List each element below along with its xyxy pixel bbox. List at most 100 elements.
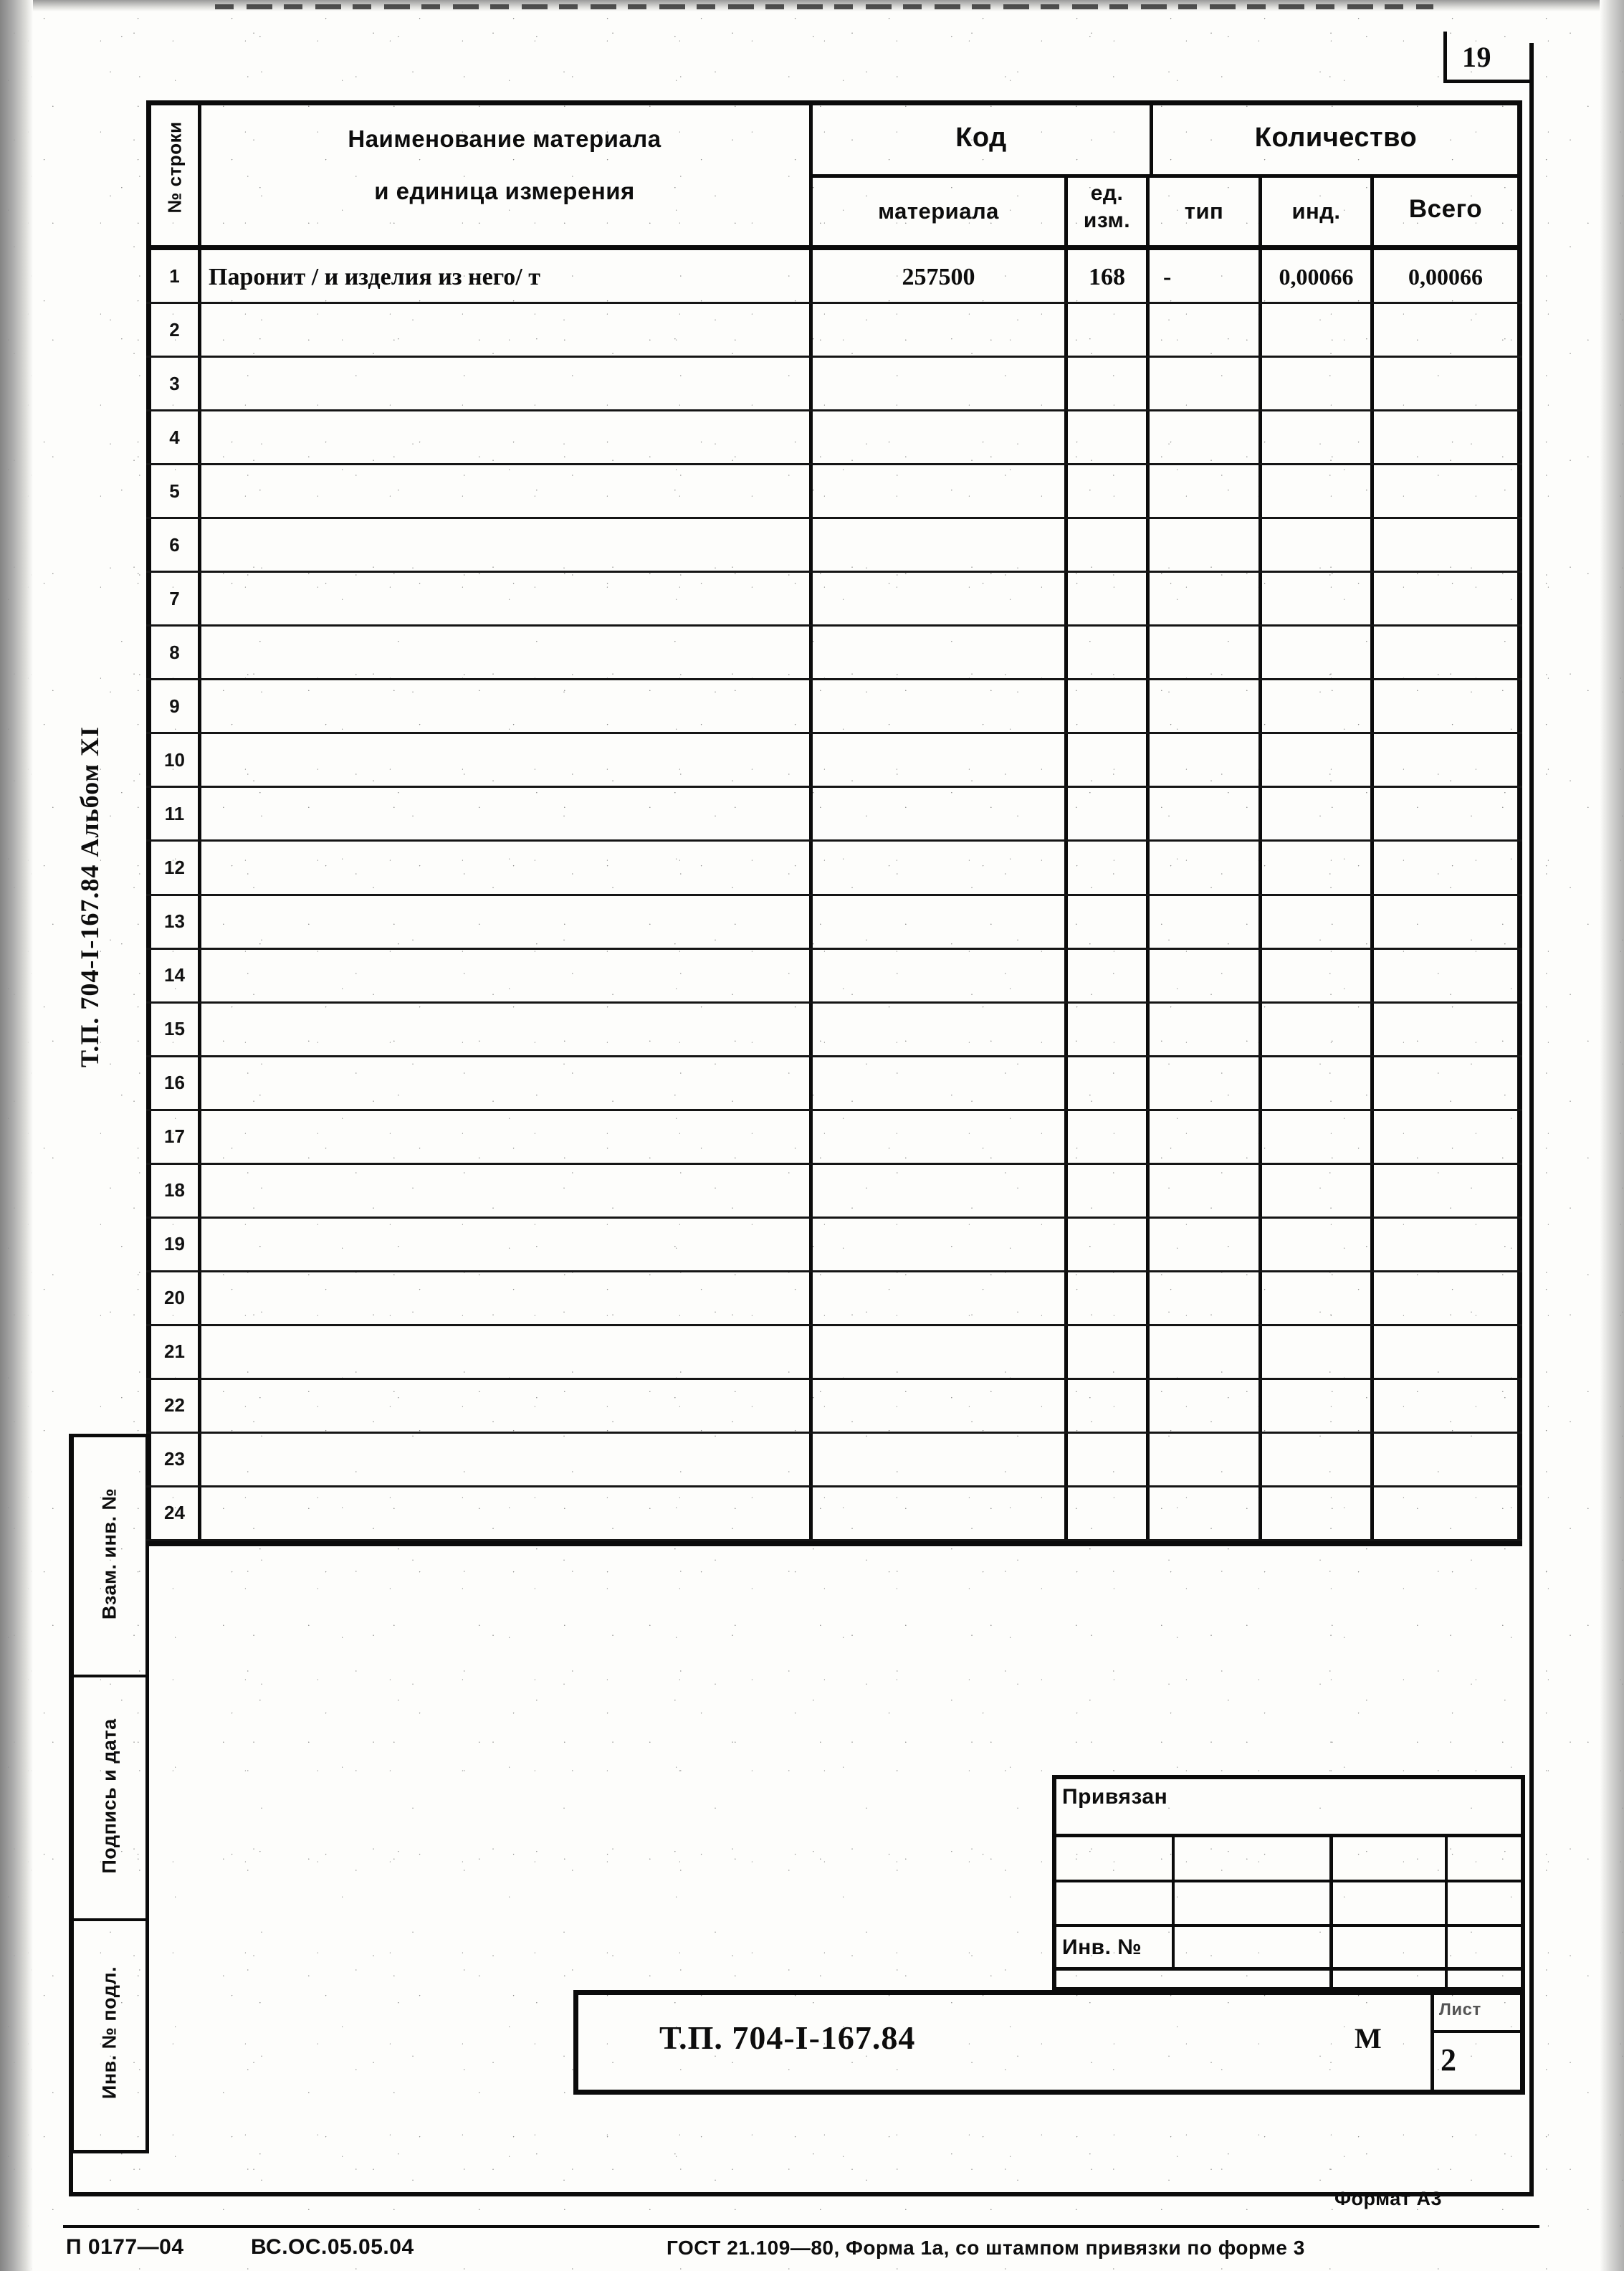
row-number: 18: [164, 1179, 185, 1201]
col-rule-rownum: [198, 100, 201, 1546]
scan-top-tear: [215, 4, 1433, 9]
header-code-group: Код: [955, 122, 1007, 153]
row-number: 2: [169, 318, 180, 341]
header-qty-ind: инд.: [1291, 199, 1341, 224]
binding-stamp-block: Привязан Инв. №: [1052, 1775, 1525, 1991]
row-separator: [146, 624, 1522, 627]
row-separator: [146, 1001, 1522, 1004]
row-number: 5: [169, 480, 180, 502]
row-separator: [146, 732, 1522, 735]
row-number: 15: [164, 1018, 185, 1040]
footer-left-code: П 0177—04: [66, 2235, 184, 2259]
row-separator: [146, 517, 1522, 520]
table-right-rule: [1517, 100, 1522, 1546]
header-code-unit-line2: изм.: [1083, 209, 1131, 232]
row-separator: [146, 356, 1522, 358]
row-separator: [146, 1539, 1522, 1541]
header-row-number-text: № строки: [163, 121, 186, 214]
row-number: 4: [169, 426, 180, 448]
row-number: 6: [169, 533, 180, 556]
material-table: Наименование материала и единица измерен…: [146, 100, 1522, 1546]
side-label-vzam-inv: Взам. инв. №: [2, 1488, 217, 1619]
row-separator: [146, 409, 1522, 412]
row-number: 13: [164, 910, 185, 933]
title-block-stage: М: [1355, 2022, 1382, 2055]
row-number: 1: [169, 265, 180, 287]
unit-cell: 168: [1089, 263, 1125, 290]
row-separator: [146, 947, 1522, 950]
row-number: 16: [164, 1072, 185, 1094]
header-group-split-rule: [809, 174, 1522, 178]
header-name-line1: Наименование материала: [348, 125, 661, 152]
scanned-page: 19 Т.П. 704-I-167.84 Альбом XI Взам. инв…: [0, 0, 1624, 2271]
frame-right-border: [1529, 43, 1534, 2196]
header-row-number: № строки: [103, 121, 247, 213]
header-qty-type: тип: [1184, 199, 1224, 224]
header-qty-group: Количество: [1254, 122, 1418, 153]
row-separator: [146, 1270, 1522, 1272]
row-separator: [146, 1162, 1522, 1165]
header-code-unit-line1: ед.: [1090, 181, 1124, 205]
material-code-cell: 257500: [902, 263, 975, 290]
footer-bar: Формат А3 П 0177—04 ВС.ОС.05.05.04 ГОСТ …: [0, 2179, 1624, 2271]
row-number: 10: [164, 748, 185, 771]
row-separator: [146, 1108, 1522, 1111]
col-rule-qty-ind: [1370, 174, 1374, 1546]
row-number: 3: [169, 372, 180, 394]
footer-format: Формат А3: [1334, 2188, 1443, 2209]
header-qty-total: Всего: [1408, 195, 1483, 223]
row-number: 21: [164, 1341, 185, 1363]
row-number: 8: [169, 641, 180, 663]
side-label-podpis-data: Подпись и дата: [2, 1718, 217, 1873]
table-bottom-rule: [146, 1541, 1522, 1546]
type-cell: -: [1163, 263, 1172, 290]
title-block-sheet-label: Лист: [1439, 2000, 1481, 2019]
name-cell: Паронит / и изделия из него/ т: [209, 263, 540, 290]
header-name-line2: и единица измерения: [374, 178, 635, 204]
row-number: 23: [164, 1448, 185, 1470]
side-label-podpis-data-text: Подпись и дата: [98, 1718, 120, 1874]
row-separator: [146, 839, 1522, 842]
row-number: 12: [164, 856, 185, 878]
row-separator: [146, 678, 1522, 681]
row-separator: [146, 786, 1522, 789]
col-rule-qty-type: [1258, 174, 1262, 1546]
row-number: 17: [164, 1125, 185, 1148]
col-rule-material: [1064, 174, 1068, 1546]
header-code-material: материала: [878, 199, 999, 224]
scan-left-gutter: [0, 0, 33, 2271]
col-rule-name: [809, 100, 813, 1546]
footer-standard: ГОСТ 21.109—80, Форма 1а, со штампом при…: [667, 2237, 1305, 2259]
title-block-document-code: Т.П. 704-I-167.84: [659, 2019, 916, 2056]
row-separator: [146, 1377, 1522, 1380]
row-separator: [146, 571, 1522, 573]
row-separator: [146, 1216, 1522, 1219]
scan-right-gutter: [1600, 0, 1624, 2271]
row-separator: [146, 1485, 1522, 1487]
binding-stamp-inv-no: Инв. №: [1062, 1936, 1142, 1959]
row-number: 22: [164, 1394, 185, 1417]
row-number: 24: [164, 1502, 185, 1524]
table-left-rule: [146, 100, 151, 1546]
row-separator: [146, 1054, 1522, 1057]
row-separator: [146, 1431, 1522, 1434]
ind-cell: 0,00066: [1279, 264, 1354, 290]
row-number: 14: [164, 964, 185, 986]
row-number: 19: [164, 1233, 185, 1255]
binding-stamp-title: Привязан: [1062, 1785, 1168, 1809]
side-label-strip: Взам. инв. № Подпись и дата Инв. № подл.: [70, 1434, 149, 2153]
title-block-sheet-number: 2: [1441, 2042, 1456, 2077]
side-label-inv-podl-text: Инв. № подл.: [98, 1966, 120, 2100]
row-number: 20: [164, 1287, 185, 1309]
footer-left-code2: ВС.ОС.05.05.04: [251, 2235, 414, 2259]
side-label-vzam-inv-text: Взам. инв. №: [98, 1487, 120, 1620]
row-separator: [146, 463, 1522, 466]
row-separator: [146, 302, 1522, 305]
row-number: 7: [169, 587, 180, 609]
header-bottom-rule: [146, 245, 1522, 250]
title-block: Т.П. 704-I-167.84 М Лист 2: [573, 1990, 1525, 2095]
row-number: 11: [164, 802, 185, 824]
row-separator: [146, 893, 1522, 896]
table-top-rule: [146, 100, 1522, 105]
total-cell: 0,00066: [1408, 264, 1483, 290]
